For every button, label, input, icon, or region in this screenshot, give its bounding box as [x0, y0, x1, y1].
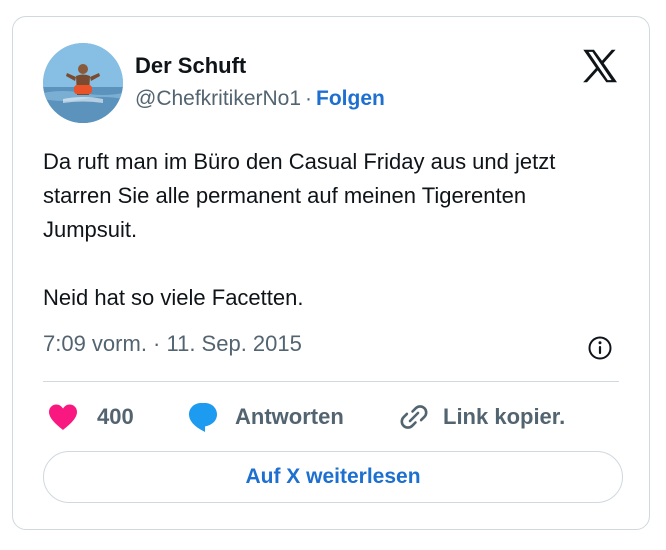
copy-link-button[interactable]: Link kopier. [399, 397, 565, 437]
tweet-embed-card: Der Schuft @ChefkritikerNo1 · Folgen Da ru… [12, 16, 650, 530]
handle-separator: · [305, 87, 313, 110]
x-logo-icon[interactable] [581, 49, 619, 83]
tweet-paragraph: Neid hat so viele Facetten. [43, 285, 304, 310]
tweet-timestamp[interactable]: 7:09 vorm. · 11. Sep. 2015 [43, 331, 302, 357]
tweet-paragraph: Da ruft man im Büro den Casual Friday au… [43, 149, 556, 242]
reply-label: Antworten [235, 404, 344, 429]
heart-icon [49, 404, 77, 430]
avatar[interactable] [43, 43, 123, 123]
link-icon [400, 405, 428, 429]
divider [43, 381, 619, 382]
read-more-button[interactable]: Auf X weiterlesen [43, 451, 623, 503]
author-handle-row: @ChefkritikerNo1 · Folgen [135, 87, 385, 111]
info-icon[interactable] [587, 335, 613, 361]
like-count: 400 [97, 404, 134, 429]
action-bar: 400 Antworten Link kopier. [43, 397, 623, 437]
author-handle[interactable]: @ChefkritikerNo1 [135, 87, 301, 110]
avatar-photo [43, 43, 123, 123]
author-name[interactable]: Der Schuft [135, 53, 246, 79]
reply-button[interactable]: Antworten [187, 397, 344, 437]
like-button[interactable]: 400 [47, 397, 134, 437]
tweet-text: Da ruft man im Büro den Casual Friday au… [43, 145, 623, 315]
follow-link[interactable]: Folgen [316, 87, 385, 110]
copy-link-label: Link kopier. [443, 404, 566, 429]
speech-bubble-icon [189, 403, 217, 432]
